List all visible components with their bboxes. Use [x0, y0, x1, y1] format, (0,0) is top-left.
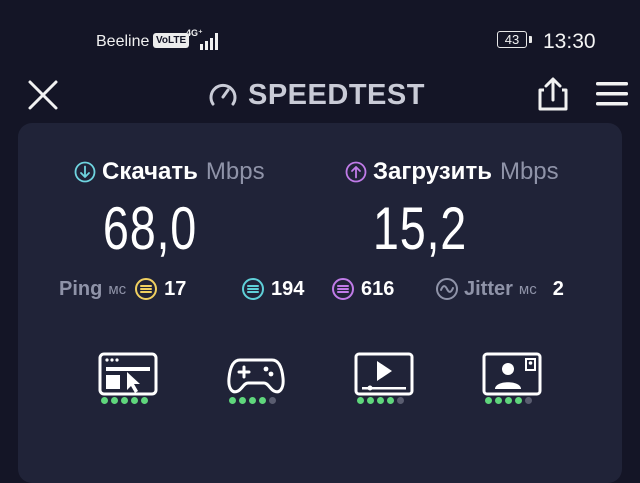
rating-dot — [259, 397, 266, 404]
rating-dot — [141, 397, 148, 404]
jitter: Jitter мс 2 — [435, 276, 564, 302]
upload-label: Загрузить — [373, 158, 492, 185]
battery-icon: 43 — [497, 31, 533, 50]
jitter-unit: мс — [518, 280, 537, 298]
rating-dot — [377, 397, 384, 404]
share-icon[interactable] — [536, 76, 570, 112]
jitter-icon — [436, 278, 458, 300]
ping-upload-value: 616 — [361, 277, 395, 300]
upload-unit: Mbps — [499, 158, 559, 185]
download-arrow-icon — [74, 161, 96, 183]
rating-dot — [229, 397, 236, 404]
app-title: SPEEDTEST — [208, 78, 425, 112]
rating-dot — [269, 397, 276, 404]
close-icon[interactable] — [26, 78, 60, 112]
upload-header: Загрузить Mbps — [345, 158, 559, 186]
ping-idle: Ping мс 17 — [59, 276, 186, 302]
battery-level: 43 — [504, 32, 520, 47]
upload-arrow-icon — [345, 161, 367, 183]
rating-dot — [485, 397, 492, 404]
jitter-label: Jitter — [464, 277, 513, 300]
app-title-text: SPEEDTEST — [248, 78, 425, 111]
rating-dot — [101, 397, 108, 404]
rating-dot — [131, 397, 138, 404]
upload-latency-icon — [332, 278, 354, 300]
rating-dot — [111, 397, 118, 404]
clock: 13:30 — [543, 30, 596, 53]
ping-unit: мс — [108, 280, 127, 298]
download-speed: 68,0 — [102, 195, 198, 262]
idle-latency-icon — [135, 278, 158, 300]
status-bar: Beeline VoLTE 4G⁺ 43 13:30 — [0, 0, 640, 72]
ping-download: 194 — [241, 276, 304, 302]
rating-dot — [515, 397, 522, 404]
volte-badge: VoLTE — [153, 33, 190, 48]
ping-idle-value: 17 — [164, 277, 187, 300]
speedometer-icon — [209, 83, 237, 106]
ping-upload: 616 — [331, 276, 394, 302]
video-streaming-rating — [357, 397, 404, 404]
download-latency-icon — [242, 278, 264, 300]
rating-dot — [239, 397, 246, 404]
rating-dot — [505, 397, 512, 404]
ping-download-value: 194 — [271, 277, 305, 300]
web-browsing-rating — [101, 397, 148, 404]
download-label: Скачать — [102, 158, 198, 185]
rating-dot — [121, 397, 128, 404]
download-unit: Mbps — [205, 158, 265, 185]
jitter-value: 2 — [552, 277, 564, 300]
rating-dot — [357, 397, 364, 404]
rating-dot — [387, 397, 394, 404]
rating-dot — [525, 397, 532, 404]
video-call-rating — [485, 397, 532, 404]
rating-dot — [495, 397, 502, 404]
menu-icon[interactable] — [596, 81, 628, 107]
rating-dot — [249, 397, 256, 404]
rating-dot — [367, 397, 374, 404]
download-header: Скачать Mbps — [74, 158, 265, 186]
upload-speed: 15,2 — [372, 195, 468, 262]
signal-icon — [200, 33, 218, 50]
gaming-rating — [229, 397, 276, 404]
ping-label: Ping — [59, 277, 103, 300]
carrier-name: Beeline — [96, 33, 150, 50]
rating-dot — [397, 397, 404, 404]
